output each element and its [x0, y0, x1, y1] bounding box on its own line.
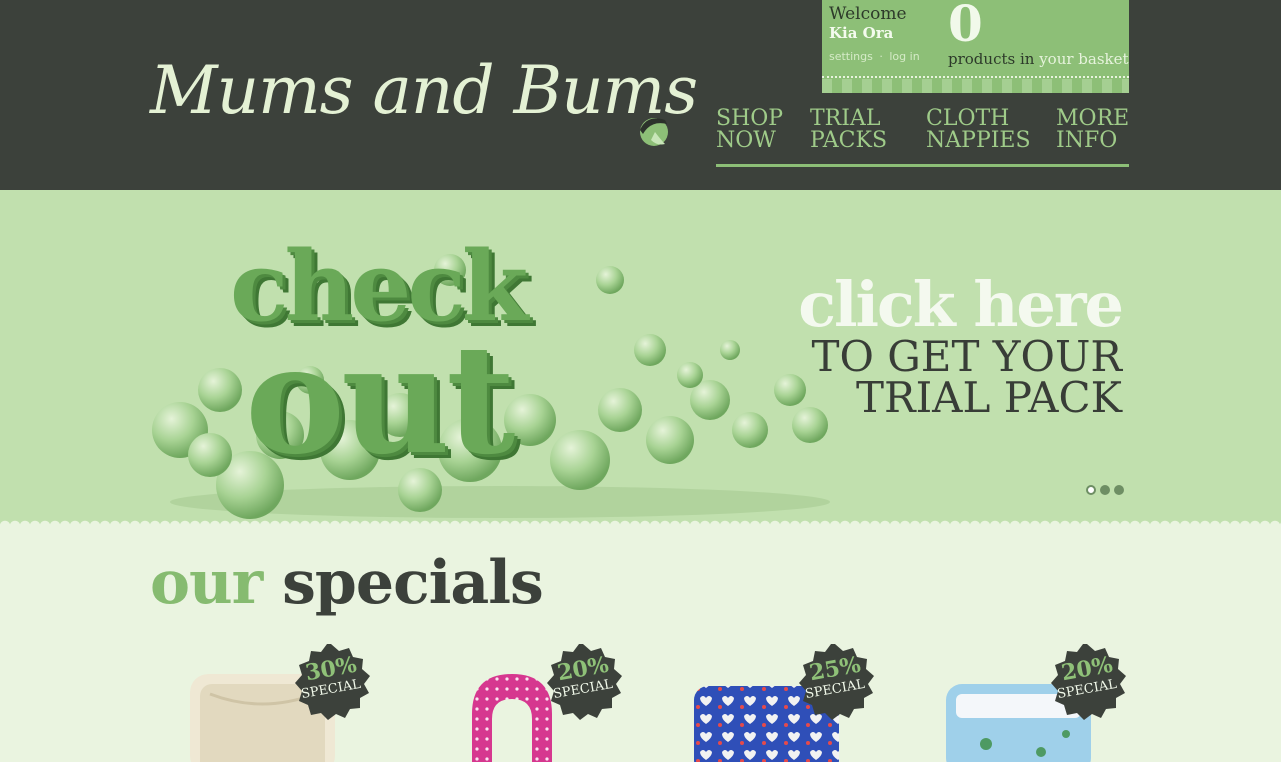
acorn-icon — [640, 118, 668, 146]
login-link[interactable]: log in — [889, 50, 919, 63]
special-product-2[interactable]: 20% SPECIAL — [402, 640, 637, 762]
nav-trial-packs[interactable]: TRIAL PACKS — [810, 108, 887, 152]
discount-badge: 30% SPECIAL — [290, 642, 372, 724]
hero-art-word-out: out — [245, 312, 515, 488]
account-links: settings · log in — [829, 50, 923, 63]
specials-heading-word2: specials — [282, 548, 544, 618]
nav-label-line2: PACKS — [810, 128, 888, 153]
username: Kia Ora — [829, 24, 894, 42]
special-product-3[interactable]: 25% SPECIAL — [654, 640, 889, 762]
basket-link[interactable]: your basket — [1039, 50, 1128, 68]
slider-dot-2[interactable] — [1100, 485, 1110, 495]
hero-scallop-edge — [0, 516, 1281, 530]
discount-badge: 20% SPECIAL — [1046, 642, 1128, 724]
site-logo[interactable]: Mums and Bums — [150, 52, 698, 152]
hero-cta-heading[interactable]: click here — [700, 268, 1124, 341]
specials-heading-word1: our — [150, 548, 263, 618]
basket-summary: products in your basket — [948, 50, 1129, 68]
nav-label-line2: INFO — [1056, 128, 1118, 153]
nav-label-line1: MORE — [1056, 106, 1130, 131]
basket-text: products in — [948, 50, 1035, 68]
special-product-4[interactable]: 20% SPECIAL — [906, 640, 1141, 762]
special-product-1[interactable]: 30% SPECIAL — [150, 640, 385, 762]
settings-link[interactable]: settings — [829, 50, 873, 63]
nav-label-line2: NAPPIES — [926, 128, 1031, 153]
slider-dot-3[interactable] — [1114, 485, 1124, 495]
nav-cloth-nappies[interactable]: CLOTH NAPPIES — [926, 108, 1031, 152]
main-nav: SHOP NOW TRIAL PACKS CLOTH NAPPIES MORE … — [716, 108, 1129, 167]
hero-cta-line1[interactable]: TO GET YOUR — [640, 336, 1122, 378]
specials-heading: our specials — [150, 548, 544, 618]
nav-label-line1: SHOP — [716, 106, 784, 131]
basket-count[interactable]: 0 — [948, 0, 983, 53]
nav-label-line2: NOW — [716, 128, 776, 153]
account-stripes — [822, 79, 1129, 93]
nav-more-info[interactable]: MORE INFO — [1056, 108, 1129, 152]
slider-dot-1[interactable] — [1086, 485, 1096, 495]
header-scallop-edge — [0, 180, 1281, 200]
welcome-label: Welcome — [829, 4, 907, 24]
hero-cta-line2[interactable]: TRIAL PACK — [640, 377, 1122, 419]
discount-badge: 20% SPECIAL — [542, 642, 624, 724]
nav-shop-now[interactable]: SHOP NOW — [716, 108, 783, 152]
account-panel: Welcome Kia Ora settings · log in 0 prod… — [822, 0, 1129, 93]
site-header: Mums and Bums Welcome Kia Ora settings ·… — [0, 0, 1281, 190]
discount-badge: 25% SPECIAL — [794, 642, 876, 724]
slider-pagination — [1086, 485, 1126, 496]
link-separator: · — [879, 50, 883, 63]
nav-label-line1: TRIAL — [810, 106, 881, 131]
nav-label-line1: CLOTH — [926, 106, 1010, 131]
logo-text: Mums and Bums — [150, 52, 698, 129]
